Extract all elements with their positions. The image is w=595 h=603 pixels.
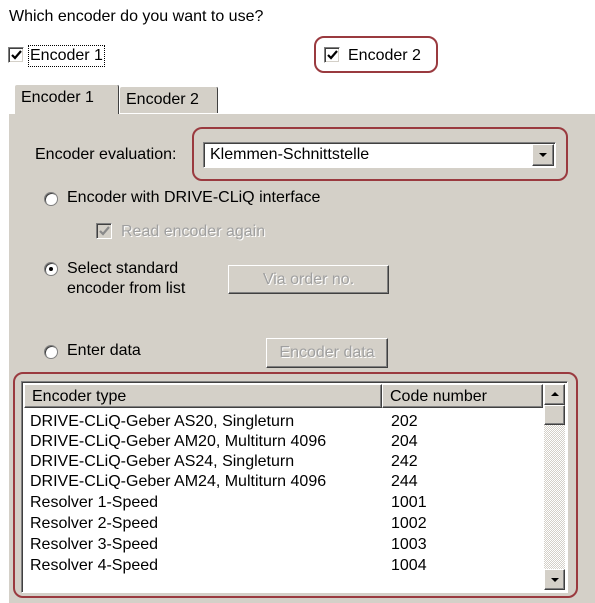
encoder-question: Which encoder do you want to use?: [9, 8, 264, 25]
tab-encoder-1[interactable]: Encoder 1: [14, 84, 119, 114]
encoder-1-checkbox[interactable]: [8, 47, 24, 63]
drive-cliq-radio[interactable]: [44, 192, 58, 206]
encoder-data-button[interactable]: Encoder data: [266, 338, 388, 368]
encoder-data-button-label: Encoder data: [279, 344, 375, 361]
enter-data-radio-label[interactable]: Enter data: [67, 342, 141, 360]
encoder-evaluation-label: Encoder evaluation:: [35, 146, 177, 163]
encoder-2-checkbox[interactable]: [324, 47, 340, 63]
check-icon: [327, 50, 338, 60]
encoder-evaluation-highlight: [192, 127, 568, 181]
standard-encoder-radio-label[interactable]: Select standard encoder from list: [67, 259, 185, 299]
check-icon: [11, 50, 22, 60]
encoder-2-checkbox-label[interactable]: Encoder 2: [348, 47, 421, 65]
via-order-no-button-label: Via order no.: [262, 270, 355, 288]
tab-encoder-2-label: Encoder 2: [126, 91, 199, 108]
standard-encoder-label-line1: Select standard: [67, 260, 179, 277]
read-encoder-again-label: Read encoder again: [121, 223, 266, 240]
standard-encoder-radio[interactable]: [44, 262, 58, 276]
tab-encoder-2[interactable]: Encoder 2: [119, 86, 218, 113]
radio-selected-dot: [49, 267, 53, 271]
enter-data-radio[interactable]: [44, 345, 58, 359]
encoder-list-highlight: [13, 372, 578, 598]
check-icon: [99, 226, 110, 236]
encoder-1-checkbox-label[interactable]: Encoder 1: [28, 45, 105, 67]
drive-cliq-radio-label[interactable]: Encoder with DRIVE-CLiQ interface: [67, 189, 320, 207]
standard-encoder-label-line2: encoder from list: [67, 280, 186, 297]
read-encoder-again-checkbox[interactable]: [96, 223, 112, 239]
via-order-no-button[interactable]: Via order no.: [228, 265, 389, 294]
tab-encoder-1-label: Encoder 1: [21, 89, 94, 106]
